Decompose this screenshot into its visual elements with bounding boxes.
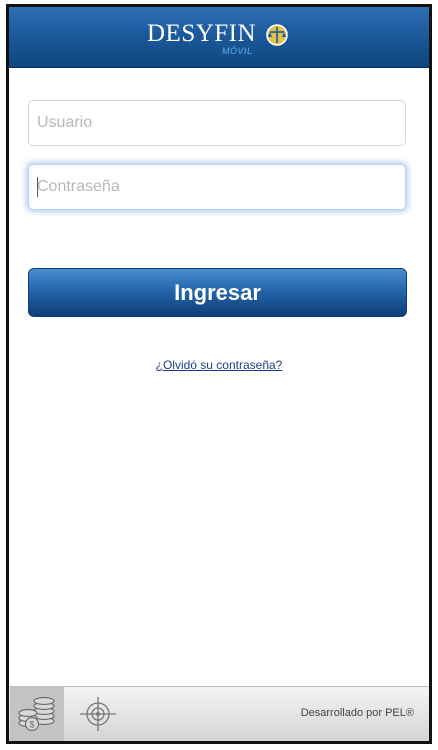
username-input[interactable] — [28, 100, 406, 146]
coins-icon: $ — [18, 696, 55, 732]
developer-credit: Desarrollado por PEL® — [300, 707, 414, 719]
target-crosshair-icon — [80, 697, 116, 731]
balance-scale-icon — [266, 24, 288, 46]
logo-subtitle: MÓVIL — [222, 46, 253, 56]
app-header: DESYFIN MÓVIL — [9, 7, 429, 68]
logo-text: DESYFIN — [147, 20, 257, 47]
text-caret — [37, 177, 38, 197]
login-button[interactable]: Ingresar — [28, 268, 407, 317]
password-input[interactable] — [28, 164, 406, 210]
svg-text:$: $ — [29, 720, 34, 730]
forgot-password-link[interactable]: ¿Olvidó su contraseña? — [9, 358, 429, 372]
footer-bar: $ Desarrollado por PEL® — [9, 686, 429, 741]
app-logo: DESYFIN MÓVIL — [147, 19, 297, 61]
footer-tab-coins[interactable]: $ — [10, 687, 64, 741]
footer-tab-target[interactable] — [71, 687, 125, 741]
app-frame: DESYFIN MÓVIL Ingresar ¿Olvidó su contra… — [6, 4, 432, 744]
